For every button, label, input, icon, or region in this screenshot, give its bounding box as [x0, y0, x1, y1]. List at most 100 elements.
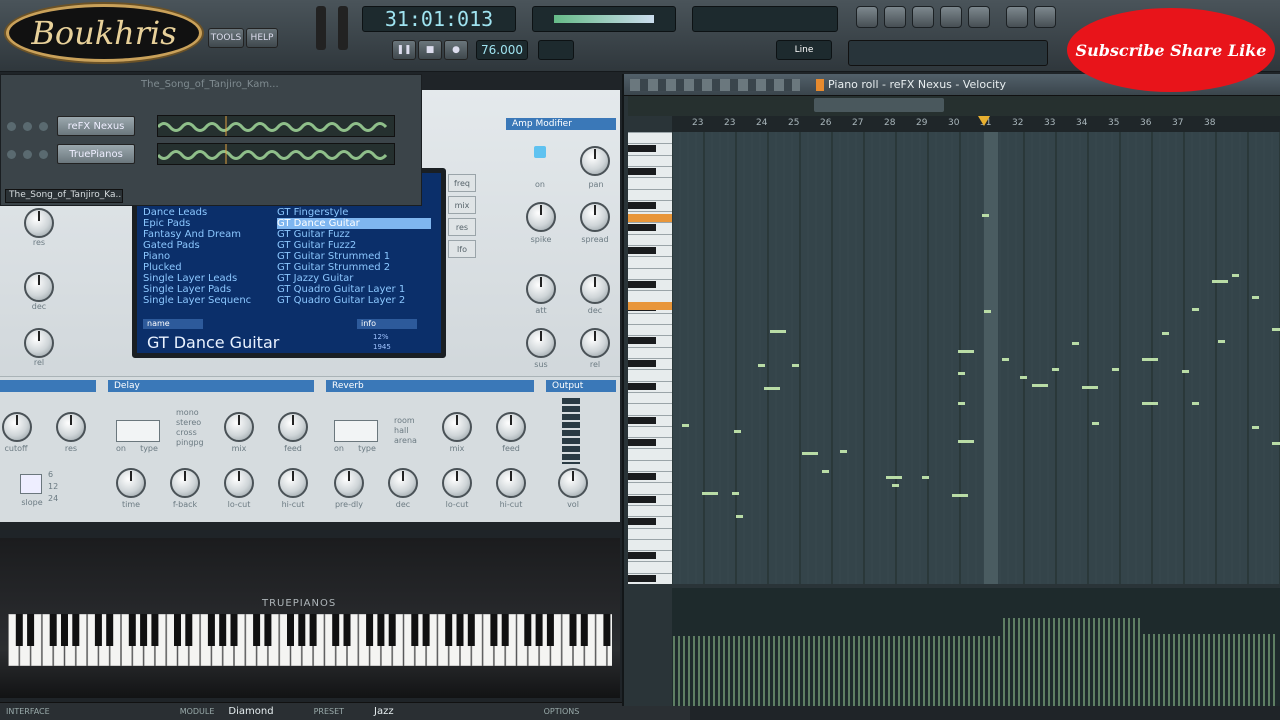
channel-led[interactable]: [7, 150, 16, 159]
black-key[interactable]: [15, 614, 23, 646]
view-pianoroll-icon[interactable]: [884, 6, 906, 28]
channel-led[interactable]: [7, 122, 16, 131]
module-tab[interactable]: MODULE: [180, 707, 215, 716]
slope-24-label[interactable]: 24: [48, 494, 68, 503]
plugin-picker-icon[interactable]: [1034, 6, 1056, 28]
reverb-dec-knob[interactable]: [388, 468, 418, 498]
mix-button[interactable]: mix: [448, 196, 476, 214]
black-key[interactable]: [628, 518, 656, 526]
reverb-mode-hall[interactable]: hall: [394, 426, 434, 435]
black-key[interactable]: [230, 614, 238, 646]
black-key[interactable]: [628, 382, 656, 390]
black-key[interactable]: [343, 614, 351, 646]
black-key[interactable]: [422, 614, 430, 646]
pattern-selector[interactable]: [538, 40, 574, 60]
reverb-locut-knob[interactable]: [442, 468, 472, 498]
black-key[interactable]: [501, 614, 509, 646]
master-pitch-slider[interactable]: [338, 6, 348, 50]
black-key[interactable]: [628, 247, 656, 254]
reverb-predly-knob[interactable]: [334, 468, 364, 498]
filter-slope-button[interactable]: [20, 474, 42, 494]
piano-roll-menu-icon[interactable]: [816, 79, 824, 91]
black-key[interactable]: [264, 614, 272, 646]
piano-roll-toolbar[interactable]: [630, 79, 800, 91]
category-item[interactable]: Single Layer Sequenc: [143, 295, 273, 306]
preset-item[interactable]: GT Jazzy Guitar: [277, 273, 431, 284]
playhead-marker-icon[interactable]: [978, 116, 990, 126]
delay-mode-stereo[interactable]: stereo: [176, 418, 216, 427]
scroll-thumb[interactable]: [814, 98, 944, 112]
pause-button[interactable]: ❚❚: [392, 40, 416, 60]
delay-locut-knob[interactable]: [224, 468, 254, 498]
black-key[interactable]: [174, 614, 181, 646]
category-item[interactable]: Gated Pads: [143, 240, 273, 251]
preset-item[interactable]: GT Guitar Strummed 2: [277, 262, 431, 273]
options-tab[interactable]: OPTIONS: [544, 707, 580, 716]
res-button[interactable]: res: [448, 218, 476, 236]
amp-pan-knob[interactable]: [580, 146, 610, 176]
rack-title[interactable]: The_Song_of_Tanjiro_Ka...: [5, 189, 123, 203]
black-key[interactable]: [456, 614, 464, 646]
delay-on-type-switch[interactable]: [116, 420, 160, 442]
freq-button[interactable]: freq: [448, 174, 476, 192]
amp-sus-knob[interactable]: [526, 328, 556, 358]
time-ruler[interactable]: 23 23 24 25 26 27 28 29 30 31 32 33 34 35 36 37 38: [672, 116, 1280, 132]
black-key[interactable]: [207, 614, 215, 646]
black-key[interactable]: [309, 614, 317, 646]
black-key[interactable]: [628, 337, 656, 345]
amp-rel-knob[interactable]: [580, 328, 610, 358]
channel-vol-knob[interactable]: [39, 150, 48, 159]
left-dec-knob[interactable]: [24, 272, 54, 302]
category-item[interactable]: Plucked: [143, 262, 273, 273]
amp-dec-knob[interactable]: [580, 274, 610, 304]
menu-tools[interactable]: TOOLS: [208, 28, 244, 48]
delay-mode-cross[interactable]: cross: [176, 428, 216, 437]
black-key[interactable]: [628, 360, 656, 367]
amp-on-button[interactable]: [534, 146, 546, 158]
black-key[interactable]: [467, 614, 475, 646]
black-key[interactable]: [628, 167, 656, 175]
preset-item-selected[interactable]: GT Dance Guitar: [277, 218, 431, 229]
song-position-display[interactable]: 31:01:013: [362, 6, 516, 32]
preset-item[interactable]: GT Guitar Fuzz2: [277, 240, 431, 251]
black-key[interactable]: [140, 614, 148, 646]
snap-selector[interactable]: Line: [776, 40, 832, 60]
channel-row[interactable]: reFX Nexus: [7, 115, 412, 137]
black-key[interactable]: [185, 614, 193, 646]
black-key[interactable]: [106, 614, 114, 646]
delay-time-knob[interactable]: [116, 468, 146, 498]
category-item[interactable]: Fantasy And Dream: [143, 229, 273, 240]
black-key[interactable]: [388, 614, 396, 646]
delay-hicut-knob[interactable]: [278, 468, 308, 498]
preset-item[interactable]: GT Fingerstyle: [277, 207, 431, 218]
lfo-button[interactable]: lfo: [448, 240, 476, 258]
delay-mix-knob[interactable]: [224, 412, 254, 442]
preset-item[interactable]: GT Guitar Fuzz: [277, 229, 431, 240]
amp-att-knob[interactable]: [526, 274, 556, 304]
black-key[interactable]: [287, 614, 294, 646]
black-key[interactable]: [377, 614, 385, 646]
preset-tab[interactable]: PRESET: [314, 707, 344, 716]
left-res-knob[interactable]: [24, 208, 54, 238]
category-item[interactable]: Single Layer Pads: [143, 284, 273, 295]
browser-tab-info[interactable]: info: [357, 319, 417, 329]
black-key[interactable]: [49, 614, 57, 646]
black-key[interactable]: [366, 614, 374, 646]
view-browser-icon[interactable]: [912, 6, 934, 28]
black-key[interactable]: [603, 614, 611, 646]
black-key[interactable]: [535, 614, 543, 646]
reverb-mode-room[interactable]: room: [394, 416, 434, 425]
category-item[interactable]: Single Layer Leads: [143, 273, 273, 284]
channel-row[interactable]: TruePianos: [7, 143, 412, 165]
browser-tab-name[interactable]: name: [143, 319, 203, 329]
output-vol-knob[interactable]: [558, 468, 588, 498]
black-key[interactable]: [546, 614, 554, 646]
black-key[interactable]: [580, 614, 588, 646]
black-key[interactable]: [332, 614, 340, 646]
interface-tab[interactable]: INTERFACE: [6, 707, 50, 716]
amp-spike-knob[interactable]: [526, 202, 556, 232]
black-key[interactable]: [72, 614, 80, 646]
channel-pan-knob[interactable]: [23, 122, 32, 131]
view-channelrack-icon[interactable]: [940, 6, 962, 28]
black-key[interactable]: [628, 416, 656, 424]
